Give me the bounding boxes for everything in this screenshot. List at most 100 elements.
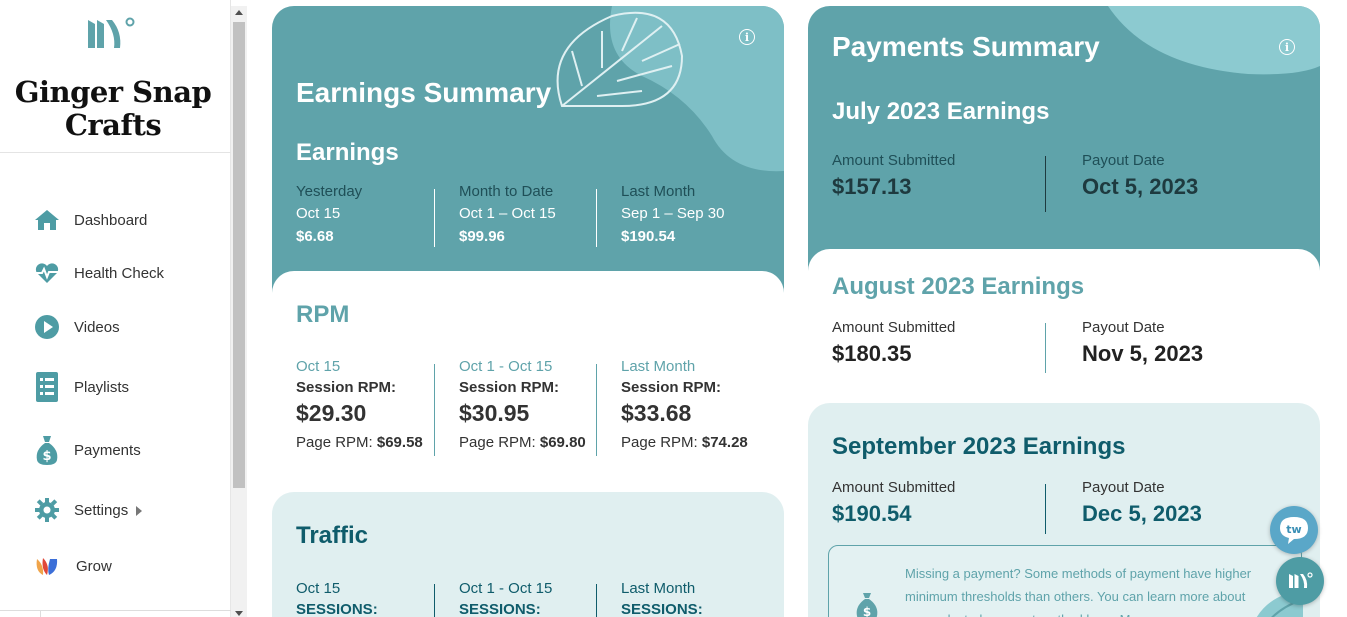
session-rpm-value: $33.68 bbox=[621, 400, 692, 426]
earnings-period-range: Sep 1 – Sep 30 bbox=[621, 205, 725, 222]
page-rpm-row: Page RPM: $69.80 bbox=[459, 428, 586, 458]
gear-icon bbox=[33, 496, 61, 524]
money-bag-icon: $ bbox=[33, 436, 61, 465]
divider bbox=[434, 189, 435, 247]
dashboard-page: Ginger Snap Crafts Dashboard Health Chec… bbox=[0, 0, 1347, 617]
rpm-col-last-month: Last Month Session RPM: $33.68 Page RPM:… bbox=[621, 356, 748, 458]
info-icon[interactable]: i bbox=[1279, 39, 1295, 55]
payout-date-value: Nov 5, 2023 bbox=[1082, 341, 1204, 366]
mediavine-help-button[interactable] bbox=[1276, 557, 1324, 605]
earnings-period-range: Oct 15 bbox=[296, 205, 341, 222]
earnings-period-label: Month to Date bbox=[459, 183, 554, 200]
page-rpm-value: $69.80 bbox=[539, 434, 586, 451]
traffic-col-oct-15: Oct 15 SESSIONS: bbox=[296, 578, 378, 617]
month-earnings-title: September 2023 Earnings bbox=[832, 433, 1126, 460]
sidebar-item-label: Dashboard bbox=[74, 211, 148, 229]
sidebar-item-label: Playlists bbox=[74, 378, 130, 396]
session-rpm-label: Session RPM: bbox=[296, 379, 397, 396]
payout-date-value: Dec 5, 2023 bbox=[1082, 501, 1202, 526]
traffic-card: Traffic Oct 15 SESSIONS: Oct 1 - Oct 15 … bbox=[272, 492, 784, 617]
sidebar-item-label: Health Check bbox=[74, 264, 165, 282]
earnings-col-last-month: Last Month Sep 1 – Sep 30 $190.54 bbox=[621, 181, 724, 249]
payout-date-label: Payout Date bbox=[1082, 479, 1165, 496]
divider bbox=[434, 584, 435, 617]
missing-payment-text: Missing a payment? Some methods of payme… bbox=[905, 566, 1252, 617]
payout-date-label: Payout Date bbox=[1082, 319, 1165, 336]
amount-submitted-col: Amount Submitted $180.35 bbox=[832, 318, 955, 370]
payout-date-col: Payout Date Dec 5, 2023 bbox=[1082, 478, 1202, 530]
earnings-col-month-to-date: Month to Date Oct 1 – Oct 15 $99.96 bbox=[459, 181, 556, 249]
svg-text:$: $ bbox=[42, 449, 51, 464]
sidebar-item-health-check[interactable]: Health Check bbox=[0, 253, 231, 293]
august-earnings-card: August 2023 Earnings Amount Submitted $1… bbox=[808, 249, 1320, 429]
sidebar: Ginger Snap Crafts Dashboard Health Chec… bbox=[0, 0, 231, 617]
payout-date-value: Oct 5, 2023 bbox=[1082, 174, 1199, 199]
brand-header: Ginger Snap Crafts bbox=[0, 0, 231, 153]
earnings-summary-title: Earnings Summary bbox=[296, 77, 552, 108]
session-rpm-label: Session RPM: bbox=[621, 379, 722, 396]
info-icon[interactable]: i bbox=[739, 29, 755, 45]
sidebar-item-payments[interactable]: $ Payments bbox=[0, 430, 231, 470]
play-circle-icon bbox=[33, 313, 61, 341]
sessions-label: SESSIONS: bbox=[459, 601, 541, 617]
rpm-period: Oct 15 bbox=[296, 358, 341, 375]
chat-bubble-icon: tw bbox=[1280, 517, 1308, 544]
chat-button[interactable]: tw bbox=[1270, 506, 1318, 554]
page-rpm-value: $69.58 bbox=[376, 434, 423, 451]
session-rpm-value: $30.95 bbox=[459, 400, 530, 426]
scroll-up-arrow-icon[interactable] bbox=[235, 10, 243, 15]
divider bbox=[1045, 484, 1046, 534]
amount-submitted-col: Amount Submitted $190.54 bbox=[832, 478, 955, 530]
sidebar-item-grow[interactable]: Grow bbox=[0, 546, 231, 586]
traffic-period: Oct 1 - Oct 15 bbox=[459, 580, 553, 597]
sessions-label: SESSIONS: bbox=[296, 601, 378, 617]
rpm-col-month: Oct 1 - Oct 15 Session RPM: $30.95 Page … bbox=[459, 356, 586, 458]
rpm-title: RPM bbox=[296, 301, 350, 328]
sidebar-item-playlists[interactable]: Playlists bbox=[0, 367, 231, 407]
month-earnings-title: July 2023 Earnings bbox=[832, 98, 1050, 125]
mediavine-logo-icon bbox=[1289, 572, 1313, 588]
scrollbar-thumb[interactable] bbox=[233, 22, 245, 488]
traffic-col-month: Oct 1 - Oct 15 SESSIONS: bbox=[459, 578, 552, 617]
page-rpm-row: Page RPM: $69.58 bbox=[296, 428, 423, 458]
sidebar-footer bbox=[0, 610, 231, 617]
site-name-line1: Ginger Snap bbox=[14, 75, 212, 109]
earnings-period-label: Last Month bbox=[621, 183, 696, 200]
earnings-period-label: Yesterday bbox=[296, 183, 363, 200]
traffic-col-last-month: Last Month SESSIONS: bbox=[621, 578, 703, 617]
earnings-value: $6.68 bbox=[296, 228, 334, 245]
rpm-period: Last Month bbox=[621, 358, 696, 375]
page-rpm-label: Page RPM: bbox=[296, 434, 373, 451]
payout-date-label: Payout Date bbox=[1082, 152, 1165, 169]
heartbeat-icon bbox=[33, 259, 61, 287]
sidebar-item-label: Settings bbox=[74, 501, 129, 519]
mediavine-logo-icon bbox=[88, 17, 135, 48]
earnings-summary-card: i Earnings Summary Earnings Yesterday Oc… bbox=[272, 6, 784, 296]
site-name-line2: Crafts bbox=[64, 108, 162, 142]
amount-submitted-col: Amount Submitted $157.13 bbox=[832, 151, 955, 203]
money-bag-icon: $ bbox=[856, 593, 878, 617]
amount-submitted-value: $157.13 bbox=[832, 174, 912, 199]
month-earnings-title: August 2023 Earnings bbox=[832, 273, 1085, 300]
amount-submitted-value: $190.54 bbox=[832, 501, 912, 526]
scroll-down-arrow-icon[interactable] bbox=[235, 611, 243, 616]
sidebar-item-dashboard[interactable]: Dashboard bbox=[0, 200, 231, 240]
page-rpm-label: Page RPM: bbox=[459, 434, 536, 451]
page-rpm-label: Page RPM: bbox=[621, 434, 698, 451]
sidebar-item-settings[interactable]: Settings bbox=[0, 490, 231, 530]
amount-submitted-value: $180.35 bbox=[832, 341, 912, 366]
amount-submitted-label: Amount Submitted bbox=[832, 319, 956, 336]
sidebar-item-label: Payments bbox=[74, 441, 141, 459]
payments-summary-title[interactable]: Payments Summary bbox=[832, 31, 1100, 63]
divider bbox=[596, 584, 597, 617]
session-rpm-label: Session RPM: bbox=[459, 379, 560, 396]
divider bbox=[1045, 323, 1046, 373]
rpm-col-oct-15: Oct 15 Session RPM: $29.30 Page RPM: $69… bbox=[296, 356, 423, 458]
svg-text:$: $ bbox=[863, 605, 871, 617]
home-icon bbox=[33, 206, 61, 234]
sidebar-item-videos[interactable]: Videos bbox=[0, 307, 231, 347]
session-rpm-value: $29.30 bbox=[296, 400, 367, 426]
sidebar-item-label: Grow bbox=[76, 557, 112, 575]
payout-date-col: Payout Date Oct 5, 2023 bbox=[1082, 151, 1198, 203]
traffic-title: Traffic bbox=[296, 522, 369, 549]
